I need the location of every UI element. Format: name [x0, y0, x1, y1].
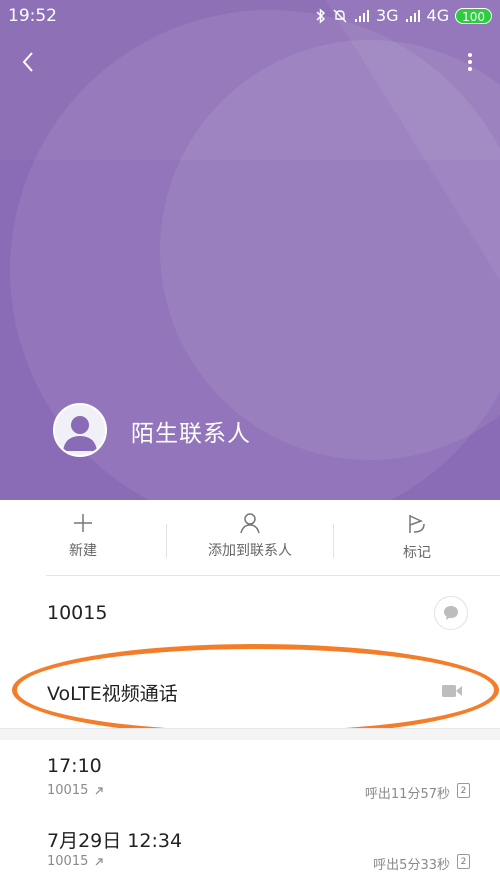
divider: [333, 524, 334, 558]
back-button[interactable]: [16, 48, 40, 76]
volte-video-call-label: VoLTE视频通话: [47, 683, 178, 705]
chevron-left-icon: [22, 52, 33, 72]
status-time: 19:52: [8, 6, 57, 26]
call-time: 7月29日 12:34: [47, 830, 183, 852]
divider: [166, 524, 167, 558]
mark-button[interactable]: 标记: [388, 512, 446, 568]
send-message-button[interactable]: [434, 596, 468, 630]
call-time: 17:10: [47, 755, 102, 777]
header-decoration: [160, 40, 500, 460]
video-call-button[interactable]: [441, 683, 463, 699]
volte-video-call-row[interactable]: VoLTE视频通话: [0, 652, 500, 728]
avatar: [53, 403, 107, 457]
phone-number-row[interactable]: 10015: [0, 576, 500, 652]
more-vertical-icon: [468, 53, 472, 71]
new-contact-label: 新建: [69, 543, 97, 559]
contact-header: 19:52 3G 4G 100 陌生联系人: [0, 0, 500, 500]
network-label-3g: 3G: [375, 6, 399, 25]
section-separator: [0, 728, 500, 740]
person-icon: [240, 513, 260, 534]
call-log-item[interactable]: 17:10 10015 呼出11分57秒 2: [0, 741, 500, 811]
call-log-item[interactable]: 7月29日 12:34 10015 呼出5分33秒 2: [0, 812, 500, 882]
flag-icon: [409, 515, 425, 533]
phone-number: 10015: [47, 602, 108, 624]
sim-badge: 2: [457, 783, 470, 798]
contact-name: 陌生联系人: [131, 421, 251, 447]
signal-icon: [354, 9, 369, 22]
new-contact-button[interactable]: 新建: [52, 512, 114, 568]
outgoing-arrow-icon: [95, 786, 103, 794]
add-to-contacts-button[interactable]: 添加到联系人: [190, 512, 310, 568]
signal-icon-2: [405, 9, 420, 22]
sim-badge: 2: [457, 854, 470, 869]
more-options-button[interactable]: [460, 50, 480, 74]
message-icon: [444, 606, 458, 620]
call-duration: 呼出11分57秒: [364, 787, 450, 802]
video-camera-icon: [442, 685, 462, 697]
mark-label: 标记: [403, 545, 431, 561]
status-icons: 3G 4G 100: [316, 6, 492, 25]
mute-bell-icon: [333, 9, 347, 22]
add-to-contacts-label: 添加到联系人: [208, 543, 292, 559]
call-duration: 呼出5分33秒: [373, 858, 450, 873]
call-number-line: 10015: [47, 783, 104, 798]
person-avatar-icon: [63, 416, 97, 451]
plus-icon: [74, 514, 92, 532]
call-number-line: 10015: [47, 854, 104, 869]
action-bar: 新建 添加到联系人 标记: [0, 500, 500, 576]
network-label-4g: 4G: [426, 6, 450, 25]
call-number: 10015: [47, 783, 89, 798]
battery-indicator: 100: [455, 7, 492, 24]
status-bar: 19:52 3G 4G 100: [0, 0, 500, 32]
bluetooth-icon: [316, 7, 326, 24]
outgoing-arrow-icon: [95, 857, 103, 865]
call-number: 10015: [47, 854, 89, 869]
